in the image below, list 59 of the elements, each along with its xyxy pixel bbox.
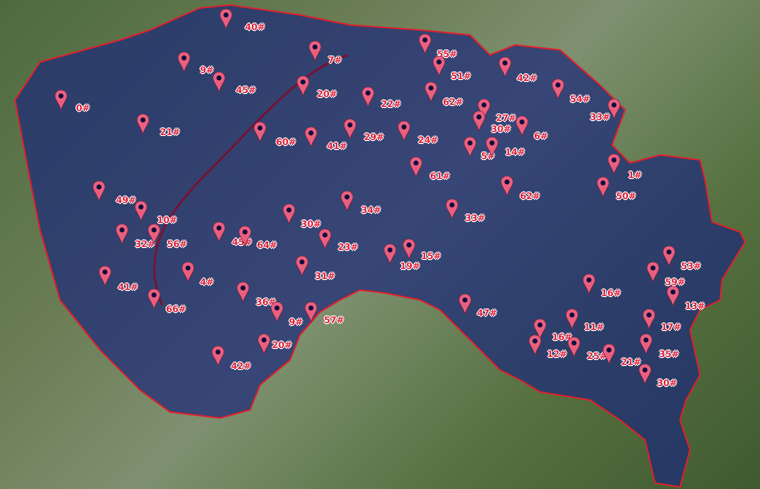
pin-label: 34# <box>361 206 382 216</box>
pin-label: 64# <box>257 241 278 251</box>
pin-label: 41# <box>327 142 348 152</box>
pin-label: 59# <box>665 278 686 288</box>
pin-label: 21# <box>160 128 180 138</box>
pin-label: 53# <box>681 262 702 272</box>
pin-label: 32# <box>135 240 156 250</box>
pin-label: 36# <box>256 298 276 308</box>
pin-label: 35# <box>659 350 680 360</box>
pin-label: 62# <box>443 98 464 108</box>
pin-label: 40# <box>245 23 266 33</box>
pin-label: 45# <box>236 86 256 96</box>
pin-label: 1# <box>628 171 642 181</box>
pin-label: 9# <box>200 66 214 76</box>
pin-label: 51# <box>451 72 472 82</box>
pin-label: 24# <box>418 136 438 146</box>
pin-label: 7# <box>328 56 342 66</box>
pin-label: 62# <box>520 192 540 202</box>
pin-label: 61# <box>430 172 450 182</box>
pin-label: 47# <box>477 309 498 319</box>
pin-label: 6# <box>534 132 548 142</box>
pin-label: 21# <box>621 358 642 368</box>
pin-label: 56# <box>167 240 188 250</box>
pin-label: 10# <box>157 216 178 226</box>
pin-label: 42# <box>517 74 538 84</box>
pin-label: 41# <box>118 283 138 293</box>
pin-label: 4# <box>200 278 214 288</box>
pin-label: 16# <box>601 289 622 299</box>
pin-label: 20# <box>317 90 338 100</box>
pin-label: 30# <box>491 125 512 135</box>
pin-label: 31# <box>315 272 336 282</box>
pin-label: 29# <box>364 133 384 143</box>
pin-label: 9# <box>289 318 303 328</box>
pin-label: 0# <box>76 104 90 114</box>
pin-label: 15# <box>421 252 442 262</box>
pin-label: 60# <box>276 138 296 148</box>
pin-label: 13# <box>685 302 706 312</box>
pin-label: 50# <box>616 192 636 202</box>
pin-label: 33# <box>465 214 486 224</box>
pin-label: 57# <box>324 316 344 326</box>
pin-label: 42# <box>231 362 252 372</box>
pin-label: 30# <box>657 379 678 389</box>
pin-label: 12# <box>547 350 568 360</box>
pin-label: 22# <box>381 100 402 110</box>
pin-label: 30# <box>301 220 322 230</box>
pin-label: 55# <box>437 50 458 60</box>
map-pin-icon[interactable] <box>608 99 620 119</box>
pin-label: 27# <box>496 114 516 124</box>
pin-label: 66# <box>166 305 186 315</box>
pin-label: 20# <box>272 341 292 351</box>
pin-label: 23# <box>338 243 358 253</box>
pin-label: 33# <box>590 113 610 123</box>
pin-label: 54# <box>570 95 590 105</box>
pin-label: 17# <box>661 323 682 333</box>
pin-label: 16# <box>552 333 572 343</box>
pin-label: 19# <box>400 262 420 272</box>
pin-label: 49# <box>116 196 136 206</box>
pin-label: 14# <box>505 148 526 158</box>
pin-label: 11# <box>584 323 604 333</box>
